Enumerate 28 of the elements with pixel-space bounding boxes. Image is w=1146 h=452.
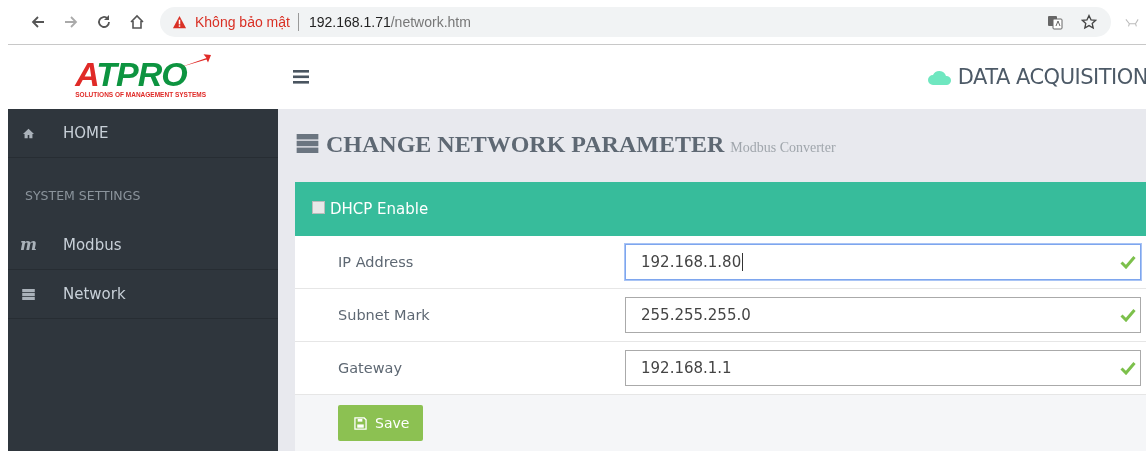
field-label: Subnet Mark — [337, 307, 431, 323]
page-title: CHANGE NETWORK PARAMETER — [326, 131, 725, 158]
modbus-icon: m — [20, 237, 37, 253]
home-icon[interactable] — [129, 14, 145, 30]
field-label: Gateway — [337, 360, 404, 376]
page-subtitle: Modbus Converter — [730, 140, 836, 156]
field-label: IP Address — [337, 254, 415, 270]
address-bar[interactable]: Không bảo mật 192.168.1.71/network.htm — [160, 7, 1111, 37]
home-icon — [22, 127, 35, 139]
section-label: SYSTEM SETTINGS — [24, 187, 142, 205]
warning-icon — [172, 14, 187, 30]
server-icon — [22, 288, 35, 300]
reload-icon[interactable] — [96, 14, 112, 30]
check-icon — [1120, 255, 1136, 269]
cloud-icon — [927, 69, 952, 85]
translate-icon[interactable] — [1047, 14, 1063, 30]
url-text: 192.168.1.71/network.htm — [308, 14, 471, 30]
check-icon — [1120, 308, 1136, 322]
input-field[interactable]: 192.168.1.80 — [625, 244, 1141, 280]
input-field[interactable]: 255.255.255.0 — [625, 297, 1141, 333]
menu-icon[interactable] — [293, 70, 309, 84]
input-field[interactable]: 192.168.1.1 — [625, 350, 1141, 386]
server-icon — [295, 134, 320, 153]
back-icon[interactable] — [30, 14, 46, 30]
security-label: Không bảo mật — [195, 14, 290, 30]
app-title: DATA ACQUISITION — [957, 65, 1146, 89]
star-icon[interactable] — [1081, 14, 1097, 30]
check-icon — [1120, 361, 1136, 375]
